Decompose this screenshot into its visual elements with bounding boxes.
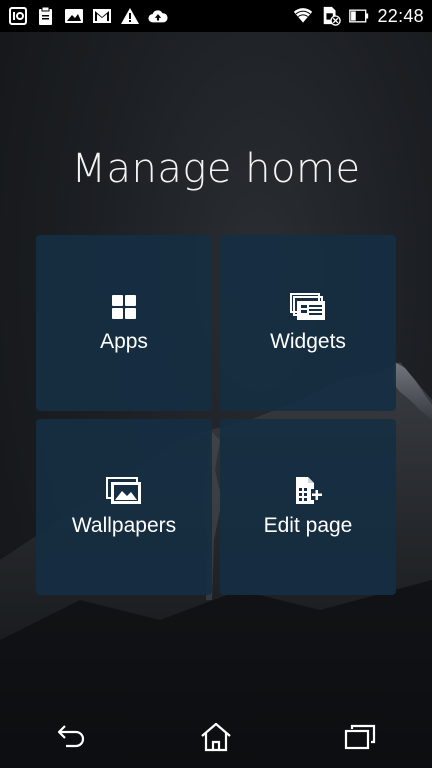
home-button[interactable] <box>186 712 246 762</box>
image-notification-icon <box>64 6 84 26</box>
back-button[interactable] <box>42 712 102 762</box>
battery-icon <box>349 6 369 26</box>
apps-tile[interactable]: Apps <box>36 235 212 411</box>
recent-apps-icon <box>344 724 376 750</box>
edit-page-icon <box>290 476 326 506</box>
wallpapers-icon <box>106 476 142 506</box>
sim-toolkit-icon <box>8 6 28 26</box>
apps-tile-label: Apps <box>100 330 148 353</box>
navigation-bar <box>0 706 432 768</box>
status-bar: 22:48 <box>0 0 432 32</box>
home-icon <box>201 722 231 752</box>
recent-apps-button[interactable] <box>330 712 390 762</box>
edit-page-tile-label: Edit page <box>263 514 353 537</box>
back-icon <box>57 725 85 748</box>
wallpapers-tile[interactable]: Wallpapers <box>36 419 212 595</box>
wifi-icon <box>293 6 313 26</box>
page-title: Manage home <box>71 146 361 192</box>
widgets-tile-label: Widgets <box>270 330 346 353</box>
notification-icons <box>8 5 168 27</box>
apps-grid-icon <box>106 292 142 322</box>
widgets-tile[interactable]: Widgets <box>220 235 396 411</box>
status-time: 22:48 <box>377 5 424 26</box>
wallpapers-tile-label: Wallpapers <box>71 514 177 537</box>
clipboard-icon <box>36 6 56 26</box>
widgets-icon <box>290 292 326 322</box>
system-status-icons: 22:48 <box>293 5 424 27</box>
warning-icon <box>120 6 140 26</box>
gmail-icon <box>92 6 112 26</box>
edit-page-tile[interactable]: Edit page <box>220 419 396 595</box>
no-sim-icon <box>321 6 342 26</box>
cloud-upload-icon <box>148 6 168 26</box>
